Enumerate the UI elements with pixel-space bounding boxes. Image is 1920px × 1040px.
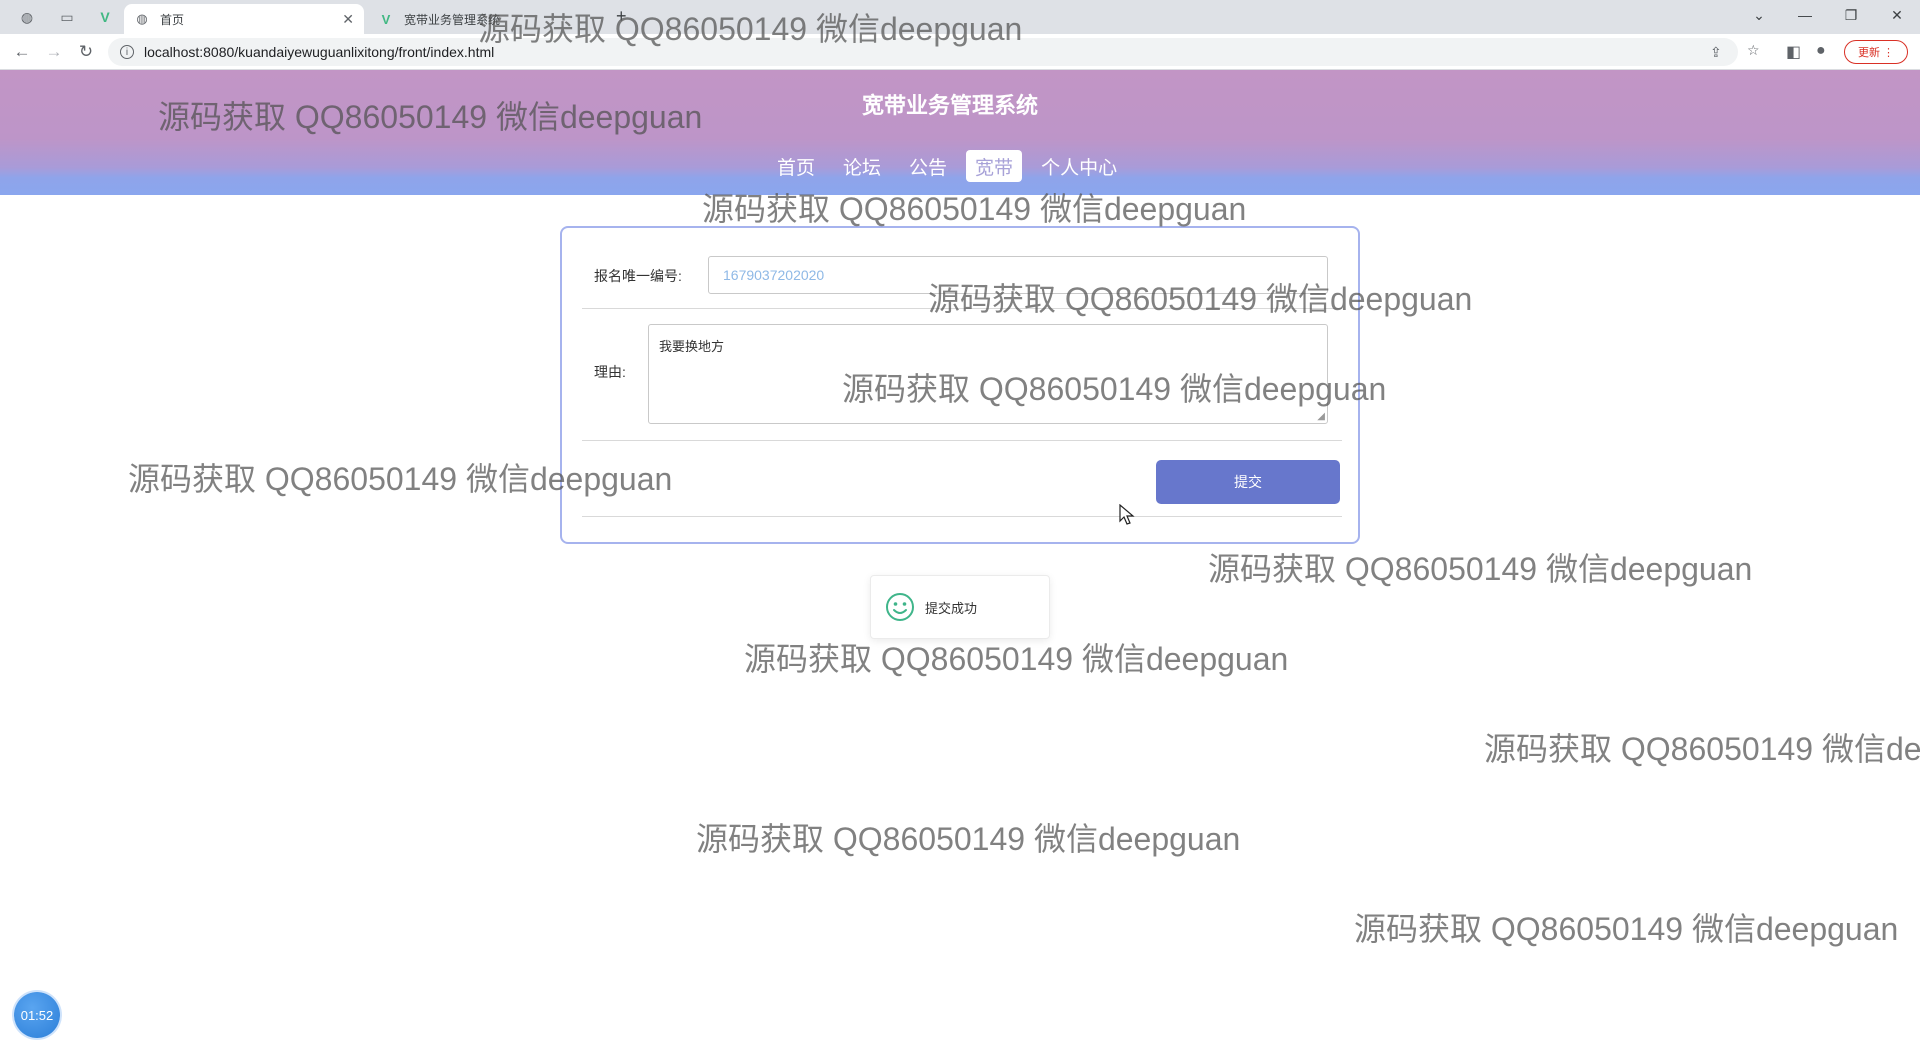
- new-tab-plus-icon[interactable]: +: [616, 6, 627, 27]
- nav-item-forum[interactable]: 论坛: [834, 150, 890, 182]
- restore-icon[interactable]: ❐: [1828, 0, 1874, 30]
- browser-tab-bar: ◍ ▭ V ◍ 首页 ✕ V 宽带业务管理系统 + ⌄ — ❐ ✕: [0, 0, 1920, 34]
- pinned-tab-globe-icon[interactable]: ◍: [10, 4, 44, 30]
- serial-label: 报名唯一编号:: [594, 268, 682, 284]
- nav-item-broadband[interactable]: 宽带: [966, 150, 1023, 182]
- bookmark-star-icon[interactable]: ☆: [1747, 42, 1760, 59]
- side-panel-icon[interactable]: ◧: [1786, 42, 1801, 62]
- address-bar[interactable]: i localhost:8080/kuandaiyewuguanlixitong…: [108, 38, 1738, 66]
- watermark: 源码获取 QQ86050149 微信deepguan: [696, 821, 1241, 857]
- pinned-tab-page-icon[interactable]: ▭: [50, 4, 84, 30]
- smile-icon: [886, 593, 914, 621]
- globe-icon: ◍: [136, 11, 148, 26]
- nav-item-notice[interactable]: 公告: [900, 150, 956, 182]
- tab-search-chevron-icon[interactable]: ⌄: [1736, 0, 1782, 30]
- reason-row: 理由: 我要换地方 ◢: [582, 308, 1342, 441]
- reload-icon[interactable]: ↻: [74, 40, 98, 64]
- nav-item-home[interactable]: 首页: [768, 150, 824, 182]
- watermark: 源码获取 QQ86050149 微信deepguan: [744, 641, 1289, 677]
- site-nav: 首页 论坛 公告 宽带 个人中心: [768, 150, 1126, 182]
- resize-grip-icon[interactable]: ◢: [1317, 411, 1325, 422]
- tab-title: 宽带业务管理系统: [404, 12, 501, 27]
- mouse-cursor-icon: [1119, 504, 1135, 525]
- submit-button[interactable]: 提交: [1156, 460, 1340, 504]
- serial-row: 报名唯一编号: 1679037202020: [582, 246, 1342, 309]
- watermark: 源码获取 QQ86050149 微信deepguan: [1208, 551, 1753, 587]
- browser-toolbar: ← → ↻ i localhost:8080/kuandaiyewuguanli…: [0, 34, 1920, 70]
- reason-textarea[interactable]: 我要换地方 ◢: [648, 324, 1328, 424]
- profile-avatar-icon[interactable]: ●: [1816, 42, 1826, 60]
- nav-item-personal-center[interactable]: 个人中心: [1032, 150, 1126, 182]
- site-info-icon[interactable]: i: [120, 45, 134, 59]
- minimize-icon[interactable]: —: [1782, 0, 1828, 30]
- address-url: localhost:8080/kuandaiyewuguanlixitong/f…: [144, 44, 495, 60]
- pinned-tab-vue-icon[interactable]: V: [88, 4, 122, 30]
- watermark: 源码获取 QQ86050149 微信deepguan: [1484, 731, 1920, 767]
- window-close-icon[interactable]: ✕: [1874, 0, 1920, 30]
- apply-form-card: 报名唯一编号: 1679037202020 理由: 我要换地方 ◢ 提交: [560, 226, 1360, 544]
- success-toast: 提交成功: [870, 575, 1050, 639]
- reason-label: 理由:: [594, 364, 626, 380]
- back-arrow-icon[interactable]: ←: [10, 40, 34, 64]
- vue-icon: V: [381, 11, 391, 27]
- recording-timer[interactable]: 01:52: [14, 992, 60, 1038]
- share-icon[interactable]: ⇪: [1710, 44, 1722, 61]
- serial-input[interactable]: 1679037202020: [708, 256, 1328, 294]
- toast-message: 提交成功: [925, 600, 978, 616]
- browser-tab-home[interactable]: ◍ 首页 ✕: [124, 4, 364, 34]
- forward-arrow-icon[interactable]: →: [42, 40, 66, 64]
- update-label: 更新: [1857, 47, 1880, 59]
- browser-tab-broadband[interactable]: V 宽带业务管理系统: [368, 4, 606, 34]
- tab-title: 首页: [160, 12, 185, 27]
- reason-text: 我要换地方: [659, 339, 725, 354]
- watermark: 源码获取 QQ86050149 微信deepguan: [1354, 911, 1899, 947]
- site-header: 宽带业务管理系统 首页 论坛 公告 宽带 个人中心: [0, 70, 1920, 195]
- update-button[interactable]: 更新 ⋮: [1844, 40, 1908, 64]
- site-title: 宽带业务管理系统: [861, 93, 1038, 118]
- close-icon[interactable]: ✕: [342, 11, 354, 28]
- submit-row: 提交: [582, 440, 1342, 517]
